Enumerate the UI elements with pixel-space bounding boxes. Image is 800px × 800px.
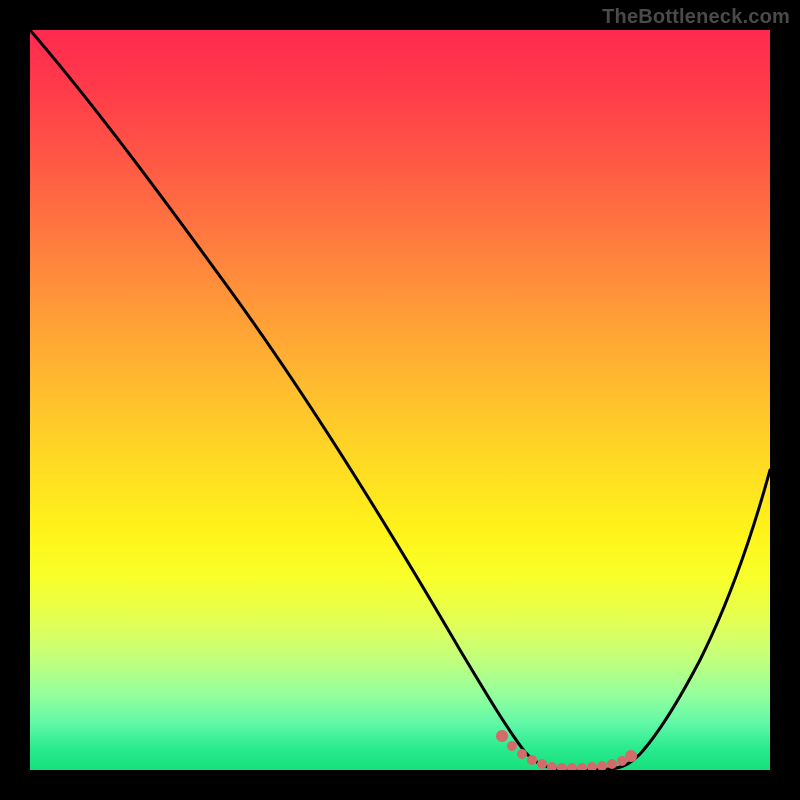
watermark-text: TheBottleneck.com xyxy=(602,6,790,29)
optimal-range-dots xyxy=(496,730,637,770)
plot-area xyxy=(30,30,770,770)
curve-layer xyxy=(30,30,770,770)
bottleneck-curve-path xyxy=(30,30,770,770)
bottleneck-chart: TheBottleneck.com xyxy=(0,0,800,800)
